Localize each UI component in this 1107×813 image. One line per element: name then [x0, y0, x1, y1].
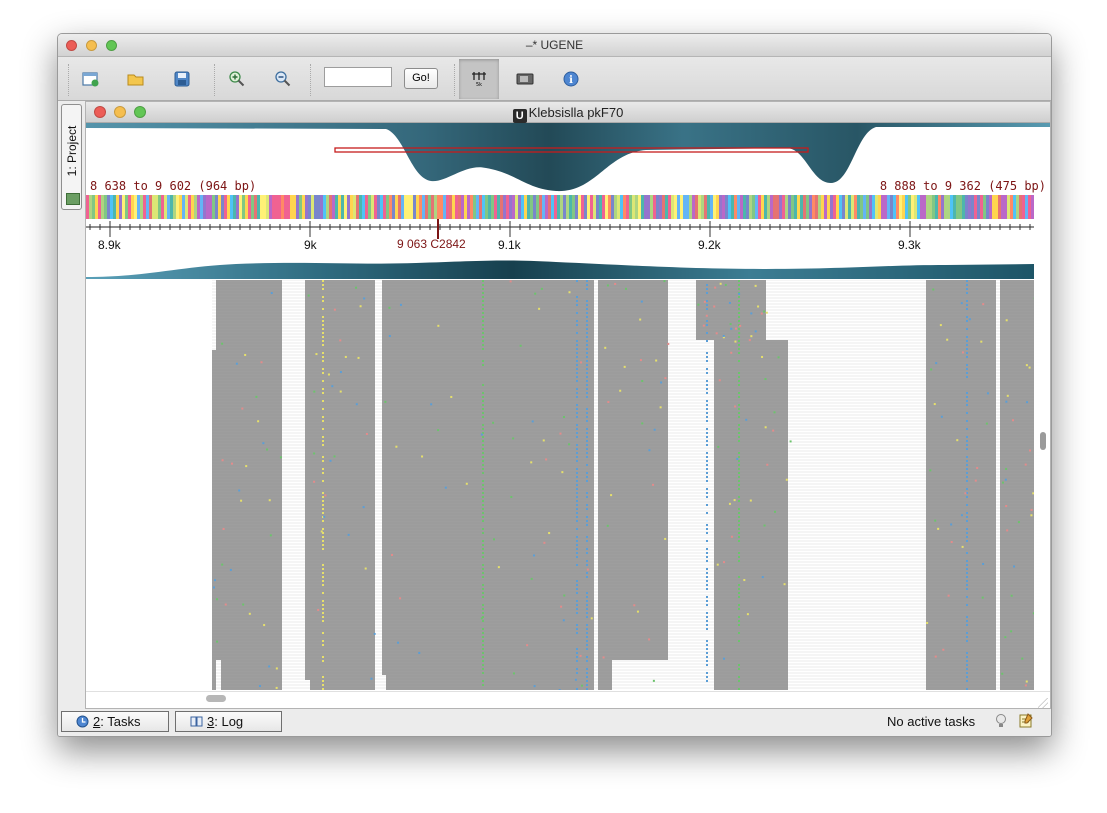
assembly-browser-window: U Klebsislla pkF70 8 638 to 9 602 (964 bp…: [85, 101, 1051, 709]
ruler-tick-label: 9.2k: [698, 238, 721, 252]
ruler-tick-label: 9.1k: [498, 238, 521, 252]
position-ruler: 8.9k 9k 9.1k 9.2k 9.3k 9 063 C2842: [86, 219, 1034, 259]
window-title: –* UGENE: [525, 38, 584, 52]
log-tab-button[interactable]: 3: Log: [175, 711, 282, 732]
new-project-icon[interactable]: [80, 68, 102, 90]
consensus-color-strip: [86, 195, 1034, 219]
left-range-label: 8 638 to 9 602 (964 bp): [90, 179, 257, 193]
project-side-tab[interactable]: 1: Project: [61, 104, 82, 210]
document-title: U Klebsislla pkF70: [86, 105, 1050, 123]
main-window: –* UGENE Go! 5k i 1: Project U Klebsisll…: [57, 33, 1052, 737]
zoom-out-icon[interactable]: [272, 68, 294, 90]
main-toolbar: Go! 5k i: [58, 57, 1051, 101]
document-title-text: Klebsislla pkF70: [528, 105, 624, 120]
report-icon[interactable]: [1019, 713, 1033, 728]
ruler-tick-label: 9.3k: [898, 238, 921, 252]
document-title-bar: U Klebsislla pkF70: [86, 102, 1050, 123]
log-label: : Log: [214, 714, 244, 729]
vertical-scrollbar[interactable]: [1036, 280, 1050, 690]
tasks-icon: [76, 715, 89, 728]
reads-area[interactable]: [86, 280, 1034, 690]
resize-grip[interactable]: [1038, 698, 1048, 708]
info-icon[interactable]: i: [560, 68, 582, 90]
goto-position-input[interactable]: [324, 67, 392, 87]
status-bar: 2: Tasks 3: Log No active tasks: [58, 710, 1051, 736]
ruler-tick-label: 9k: [304, 238, 317, 252]
tasks-label: : Tasks: [100, 714, 141, 729]
horizontal-scrollbar[interactable]: [86, 691, 1050, 708]
save-icon[interactable]: [171, 68, 193, 90]
tasks-tab-button[interactable]: 2: Tasks: [61, 711, 169, 732]
svg-text:i: i: [569, 75, 573, 86]
status-text: No active tasks: [887, 714, 976, 729]
vertical-scroll-thumb[interactable]: [1040, 432, 1046, 450]
coverage-graph: [86, 260, 1034, 279]
project-tab-label: 1: Project: [64, 125, 79, 177]
ruler-toggle-icon: 5k: [472, 72, 486, 88]
title-bar: –* UGENE: [58, 34, 1051, 57]
zoom-in-icon[interactable]: [226, 68, 248, 90]
video-icon[interactable]: [514, 68, 536, 90]
log-book-icon: [190, 716, 203, 727]
horizontal-scroll-thumb[interactable]: [206, 695, 226, 702]
coverage-overview[interactable]: 8 638 to 9 602 (964 bp) 8 888 to 9 362 (…: [86, 123, 1050, 193]
ruler-tick-label: 8.9k: [98, 238, 121, 252]
right-range-label: 8 888 to 9 362 (475 bp): [879, 179, 1046, 193]
open-folder-icon[interactable]: [125, 68, 147, 90]
cursor-position-label: 9 063 C2842: [397, 237, 466, 251]
ruler-ticks: [86, 219, 1034, 239]
go-button[interactable]: Go!: [404, 68, 438, 89]
ruler-toggle-button[interactable]: 5k: [459, 59, 499, 99]
ugene-logo-icon: U: [512, 109, 527, 123]
lightbulb-icon[interactable]: [995, 714, 1007, 728]
svg-text:5k: 5k: [476, 82, 482, 88]
project-icon: [66, 193, 80, 205]
